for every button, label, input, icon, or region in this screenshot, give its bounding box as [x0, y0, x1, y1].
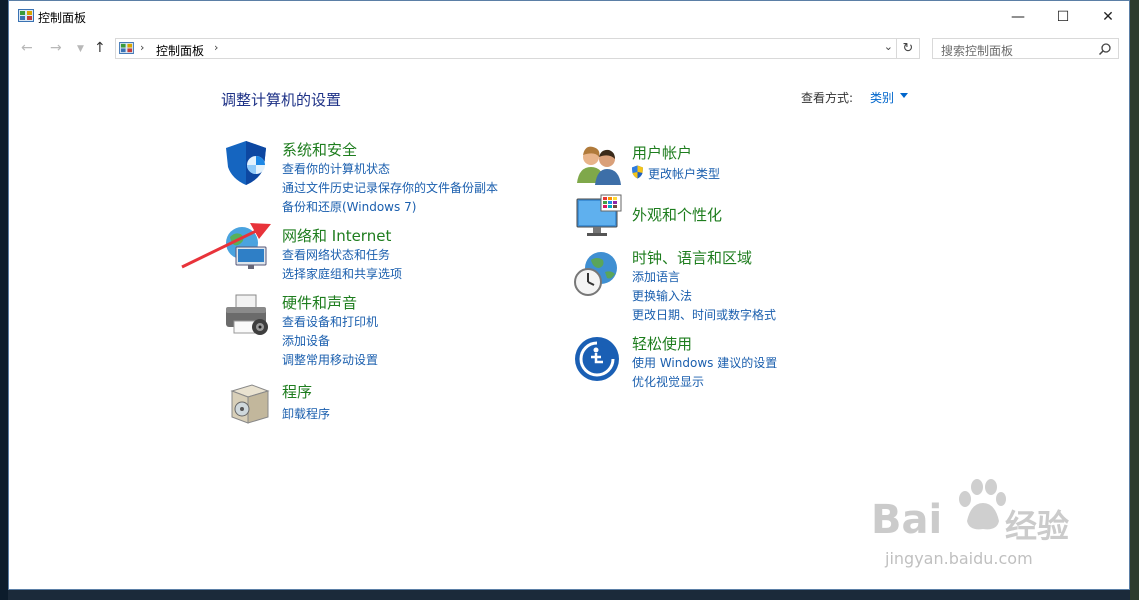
category-appearance[interactable]: 外观和个性化: [632, 204, 722, 225]
link-homegroup-sharing[interactable]: 选择家庭组和共享选项: [282, 265, 402, 282]
link-mobility-settings[interactable]: 调整常用移动设置: [282, 351, 378, 368]
network-globe-icon[interactable]: [222, 223, 270, 271]
baidu-watermark: Bai 经验 jingyan.baidu.com: [871, 471, 1081, 571]
minimize-button[interactable]: —: [995, 1, 1041, 32]
clock-globe-icon[interactable]: [573, 250, 621, 298]
view-by-label: 查看方式:: [801, 91, 854, 105]
window-title: 控制面板: [38, 11, 87, 25]
address-bar-row: ← → ▼ ↑ › 控制面板 › ⌄ ↻ 搜索控制面板: [9, 33, 1129, 63]
page-title: 调整计算机的设置: [221, 91, 342, 109]
category-network-internet[interactable]: 网络和 Internet: [282, 225, 391, 246]
link-uninstall-program[interactable]: 卸载程序: [282, 405, 330, 422]
link-windows-recommended-settings[interactable]: 使用 Windows 建议的设置: [632, 354, 777, 371]
link-change-account-type[interactable]: 更改帐户类型: [648, 165, 720, 182]
up-arrow-icon[interactable]: ↑: [94, 40, 106, 56]
programs-box-icon[interactable]: [226, 379, 274, 427]
watermark-brand: Bai: [871, 497, 943, 543]
desktop-right-edge: [1130, 0, 1139, 600]
control-panel-window: 控制面板 — ☐ ✕ ← → ▼ ↑ › 控制面板 › ⌄ ↻ 搜索控制面板 调…: [8, 0, 1130, 590]
chevron-right-icon[interactable]: ›: [214, 41, 218, 54]
category-programs[interactable]: 程序: [282, 381, 312, 402]
search-box[interactable]: 搜索控制面板: [932, 38, 1119, 59]
refresh-icon[interactable]: ↻: [896, 39, 919, 58]
link-change-input-method[interactable]: 更换输入法: [632, 287, 692, 304]
forward-arrow-icon[interactable]: →: [50, 40, 62, 56]
appearance-monitor-icon[interactable]: [575, 193, 623, 241]
category-clock-language-region[interactable]: 时钟、语言和区域: [632, 247, 752, 268]
control-panel-icon: [119, 42, 134, 54]
link-devices-printers[interactable]: 查看设备和打印机: [282, 313, 378, 330]
category-ease-of-access[interactable]: 轻松使用: [632, 333, 692, 354]
link-backup-restore[interactable]: 备份和还原(Windows 7): [282, 198, 416, 215]
users-icon[interactable]: [575, 141, 623, 189]
address-box[interactable]: › 控制面板 › ⌄ ↻: [115, 38, 920, 59]
desktop-left-edge: [0, 0, 8, 600]
shield-icon[interactable]: [222, 139, 270, 187]
link-view-computer-status[interactable]: 查看你的计算机状态: [282, 160, 390, 177]
link-add-device[interactable]: 添加设备: [282, 332, 330, 349]
breadcrumb[interactable]: 控制面板: [156, 42, 204, 59]
close-button[interactable]: ✕: [1085, 1, 1129, 32]
link-optimize-visual-display[interactable]: 优化视觉显示: [632, 373, 704, 390]
paw-icon: [959, 479, 1006, 530]
watermark-url: jingyan.baidu.com: [885, 549, 1033, 568]
category-hardware-sound[interactable]: 硬件和声音: [282, 292, 357, 313]
title-bar[interactable]: 控制面板 — ☐ ✕: [9, 1, 1129, 32]
chevron-right-icon[interactable]: ›: [140, 41, 144, 54]
maximize-button[interactable]: ☐: [1040, 1, 1086, 32]
ease-of-access-icon[interactable]: [573, 335, 621, 383]
recent-locations-icon[interactable]: ▼: [77, 44, 84, 54]
printer-icon[interactable]: [222, 291, 270, 339]
link-network-status[interactable]: 查看网络状态和任务: [282, 246, 390, 263]
link-change-date-format[interactable]: 更改日期、时间或数字格式: [632, 306, 776, 323]
control-panel-icon: [18, 9, 34, 22]
view-by-dropdown[interactable]: 类别: [870, 89, 894, 106]
category-system-security[interactable]: 系统和安全: [282, 139, 357, 160]
link-add-language[interactable]: 添加语言: [632, 268, 680, 285]
search-icon[interactable]: [1098, 42, 1112, 56]
back-arrow-icon[interactable]: ←: [21, 40, 33, 56]
search-input[interactable]: 搜索控制面板: [941, 42, 1013, 59]
caret-down-icon[interactable]: [900, 93, 908, 98]
watermark-brand-cn: 经验: [1005, 507, 1070, 545]
chevron-down-icon[interactable]: ⌄: [884, 40, 893, 53]
uac-shield-icon: [632, 165, 643, 179]
category-user-accounts[interactable]: 用户帐户: [632, 142, 692, 163]
link-file-history-backup[interactable]: 通过文件历史记录保存你的文件备份副本: [282, 179, 498, 196]
